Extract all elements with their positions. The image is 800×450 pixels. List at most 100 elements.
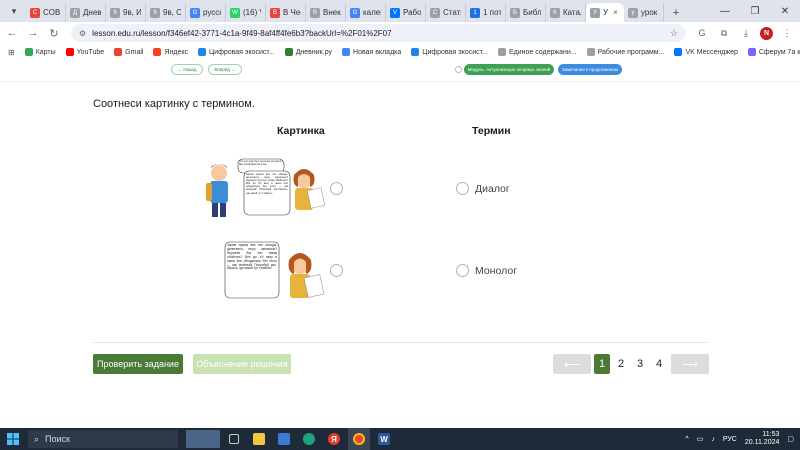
browser-tab[interactable]: Gрусск <box>186 3 226 22</box>
term-1-radio[interactable] <box>456 182 469 195</box>
forward-icon[interactable]: → <box>24 24 42 42</box>
browser-tab[interactable]: W(16) V <box>226 3 266 22</box>
search-highlight-image[interactable] <box>186 430 220 448</box>
close-tab-icon[interactable]: × <box>613 8 618 17</box>
bookmark-favicon-icon <box>114 48 123 56</box>
word-icon[interactable]: W <box>373 428 395 450</box>
bookmark-item[interactable]: Новая вкладка <box>342 48 401 56</box>
browser-tab[interactable]: СCOBP <box>26 3 66 22</box>
clock[interactable]: 11:53 20.11.2024 <box>745 431 780 447</box>
lesson-back-button[interactable]: ← Назад <box>171 64 203 75</box>
bookmark-item[interactable]: Единое содержани... <box>497 48 577 56</box>
address-bar[interactable]: ⚙ lesson.edu.ru/lesson/f346ef42-3771-4c1… <box>71 24 686 42</box>
tab-search-icon[interactable]: ▾ <box>6 3 22 19</box>
prev-page-button[interactable]: ⟵ <box>553 354 591 374</box>
picture-2-radio[interactable] <box>330 264 343 277</box>
column-header-term: Термин <box>472 125 511 137</box>
browser-tab[interactable]: Gкален <box>346 3 386 22</box>
new-tab-icon[interactable]: + <box>668 7 684 19</box>
windows-start-icon[interactable] <box>0 428 26 450</box>
yandex-browser-icon[interactable]: Я <box>323 428 345 450</box>
bookmark-label: VK Мессенджер <box>685 48 738 56</box>
remark-button[interactable]: Замечание к продолжению <box>558 64 622 75</box>
bookmark-label: Новая вкладка <box>353 48 402 56</box>
bookmark-label: Gmail <box>125 48 144 56</box>
bookmark-favicon-icon <box>24 48 33 56</box>
page-3-button[interactable]: 3 <box>633 354 647 374</box>
browser-tab[interactable]: V Рабо <box>386 3 426 22</box>
google-lens-icon[interactable]: G <box>694 25 710 41</box>
tab-favicon-icon: G <box>190 7 200 18</box>
task-view-icon[interactable] <box>223 428 245 450</box>
next-page-button[interactable]: ⟶ <box>671 354 709 374</box>
bookmark-item[interactable]: Gmail <box>114 48 143 56</box>
browser-tab[interactable]: 9 9в, И <box>106 3 146 22</box>
bookmark-item[interactable]: Цифровая экосист... <box>198 48 275 56</box>
tab-label: Днев <box>83 8 101 17</box>
chrome-icon[interactable] <box>348 428 370 450</box>
page-4-button[interactable]: 4 <box>652 354 666 374</box>
bookmark-item[interactable]: VK Мессенджер <box>674 48 738 56</box>
browser-tab[interactable]: у урок <box>624 3 664 22</box>
check-task-button[interactable]: Проверить задание <box>93 354 183 374</box>
explain-solution-button[interactable]: Объяснение решения <box>193 354 291 374</box>
browser-tab[interactable]: ССтать <box>426 3 466 22</box>
browser-tab[interactable]: Д Днев <box>66 3 106 22</box>
browser-tab[interactable]: ВВ Чес <box>266 3 306 22</box>
lesson-forward-button[interactable]: Вперёд → <box>208 64 242 75</box>
store-icon[interactable] <box>273 428 295 450</box>
browser-tab[interactable]: У У × <box>586 3 624 22</box>
apps-grid-icon[interactable]: ⊞ <box>8 48 15 57</box>
language-indicator[interactable]: РУС <box>723 436 737 443</box>
site-info-icon[interactable]: ⚙ <box>79 29 86 38</box>
browser-tab[interactable]: 99в, Сб <box>146 3 186 22</box>
bookmark-item[interactable]: Яндекс <box>153 48 188 56</box>
tab-label: русск <box>203 8 221 17</box>
picture-1-radio[interactable] <box>330 182 343 195</box>
maximize-icon[interactable]: ❐ <box>740 0 770 22</box>
minimize-icon[interactable]: — <box>710 0 740 22</box>
bookmark-label: Яндекс <box>164 48 188 56</box>
close-window-icon[interactable]: ✕ <box>770 0 800 22</box>
tab-label: Катал <box>563 8 581 17</box>
bookmark-favicon-icon <box>284 48 293 56</box>
file-explorer-icon[interactable] <box>248 428 270 450</box>
bookmark-star-icon[interactable]: ☆ <box>670 28 678 39</box>
network-icon[interactable]: ▭ <box>697 435 704 443</box>
browser-tab[interactable]: 11 пот <box>466 3 506 22</box>
download-icon[interactable]: ⤓ <box>738 25 754 41</box>
tab-favicon-icon: у <box>628 7 638 18</box>
tray-chevron-icon[interactable]: ^ <box>685 436 688 443</box>
menu-icon[interactable]: ⋮ <box>779 25 795 41</box>
term-monolog[interactable]: Монолог <box>475 265 517 277</box>
clock-date: 20.11.2024 <box>744 439 780 446</box>
notifications-icon[interactable]: ▢ <box>787 435 794 443</box>
term-2-radio[interactable] <box>456 264 469 277</box>
page-1-button[interactable]: 1 <box>594 354 610 374</box>
bookmark-favicon-icon <box>198 48 206 56</box>
profile-avatar[interactable]: N <box>760 26 773 40</box>
page-2-button[interactable]: 2 <box>614 354 628 374</box>
taskbar-search[interactable]: ⌕ Поиск <box>28 430 178 448</box>
tab-label: (16) V <box>243 8 261 17</box>
bookmark-item[interactable]: Рабочие программ... <box>586 48 664 56</box>
tab-favicon-icon: У <box>590 7 600 18</box>
bookmark-item[interactable]: YouTube <box>65 48 104 56</box>
search-icon: ⌕ <box>34 433 40 444</box>
reload-icon[interactable]: ↻ <box>45 24 63 42</box>
browser-tab[interactable]: Б Библ <box>506 3 546 22</box>
info-icon[interactable] <box>455 66 462 73</box>
volume-icon[interactable]: ♪ <box>711 436 715 443</box>
edge-icon[interactable] <box>298 428 320 450</box>
back-icon[interactable]: ← <box>3 24 21 42</box>
bookmark-item[interactable]: Карты <box>24 48 56 56</box>
bookmark-item[interactable]: Дневник.ру <box>284 48 332 56</box>
browser-tab[interactable]: ВВнекл <box>306 3 346 22</box>
tab-favicon-icon: В <box>270 7 280 18</box>
term-dialog[interactable]: Диалог <box>475 183 510 195</box>
browser-tab[interactable]: ККатал <box>546 3 586 22</box>
bookmark-item[interactable]: Цифровая экосист... <box>411 48 488 56</box>
extensions-icon[interactable]: ⧉ <box>716 25 732 41</box>
module-badge[interactable]: Модуль. Актуализация опорных знаний <box>464 64 554 75</box>
bookmark-item[interactable]: Сферум 7а кл. <box>747 48 800 56</box>
